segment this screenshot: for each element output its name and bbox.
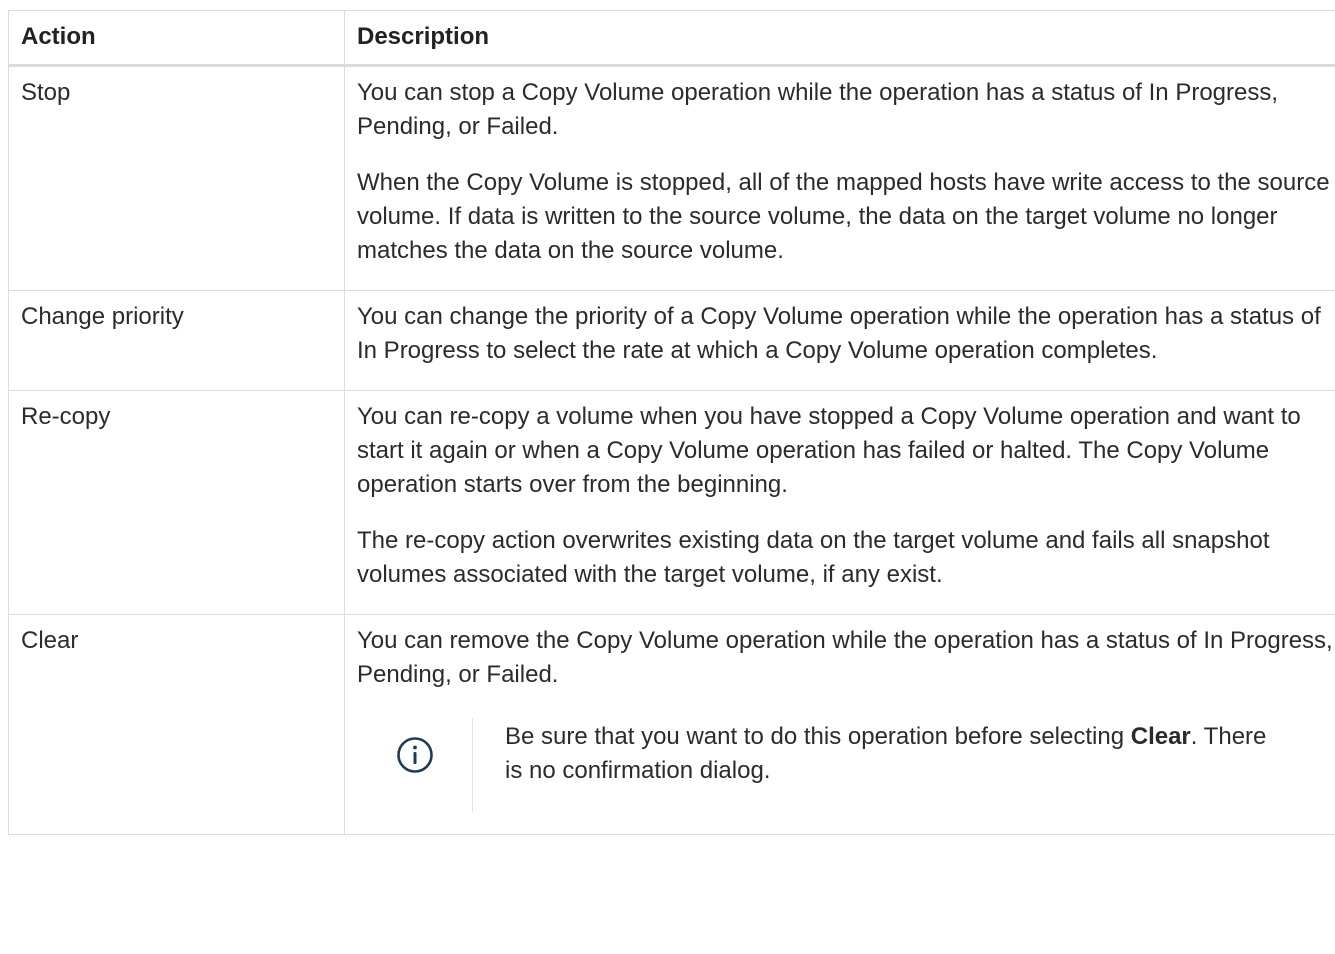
- description-paragraph: You can change the priority of a Copy Vo…: [357, 303, 1321, 364]
- description-cell: You can stop a Copy Volume operation whi…: [344, 65, 1335, 291]
- note-text: Be sure that you want to do this operati…: [473, 718, 1285, 788]
- header-description: Description: [344, 10, 1335, 67]
- description-paragraph: The re-copy action overwrites existing d…: [357, 527, 1270, 588]
- description-paragraph: You can stop a Copy Volume operation whi…: [357, 79, 1279, 140]
- table-row: Clear You can remove the Copy Volume ope…: [8, 614, 1335, 835]
- action-cell: Change priority: [8, 290, 345, 391]
- note-bold-clear: Clear: [1130, 723, 1191, 750]
- header-action: Action: [8, 10, 345, 67]
- note-icon-column: [357, 718, 473, 812]
- description-paragraph: You can remove the Copy Volume operation…: [357, 627, 1333, 688]
- description-cell: You can change the priority of a Copy Vo…: [344, 290, 1335, 391]
- table-row: Stop You can stop a Copy Volume operatio…: [8, 65, 1335, 291]
- table-header-row: Action Description: [8, 10, 1335, 67]
- action-cell: Re-copy: [8, 390, 345, 615]
- note-text-before: Be sure that you want to do this operati…: [505, 723, 1131, 750]
- description-paragraph: When the Copy Volume is stopped, all of …: [357, 169, 1330, 264]
- description-cell: You can remove the Copy Volume operation…: [344, 614, 1335, 835]
- action-cell: Stop: [8, 65, 345, 291]
- table-row: Re-copy You can re-copy a volume when yo…: [8, 390, 1335, 615]
- action-cell: Clear: [8, 614, 345, 835]
- table-row: Change priority You can change the prior…: [8, 290, 1335, 391]
- info-icon: [396, 737, 433, 773]
- description-paragraph: You can re-copy a volume when you have s…: [357, 403, 1301, 498]
- note-callout: Be sure that you want to do this operati…: [357, 718, 1335, 812]
- actions-table: Action Description Stop You can stop a C…: [8, 10, 1335, 835]
- description-cell: You can re-copy a volume when you have s…: [344, 390, 1335, 615]
